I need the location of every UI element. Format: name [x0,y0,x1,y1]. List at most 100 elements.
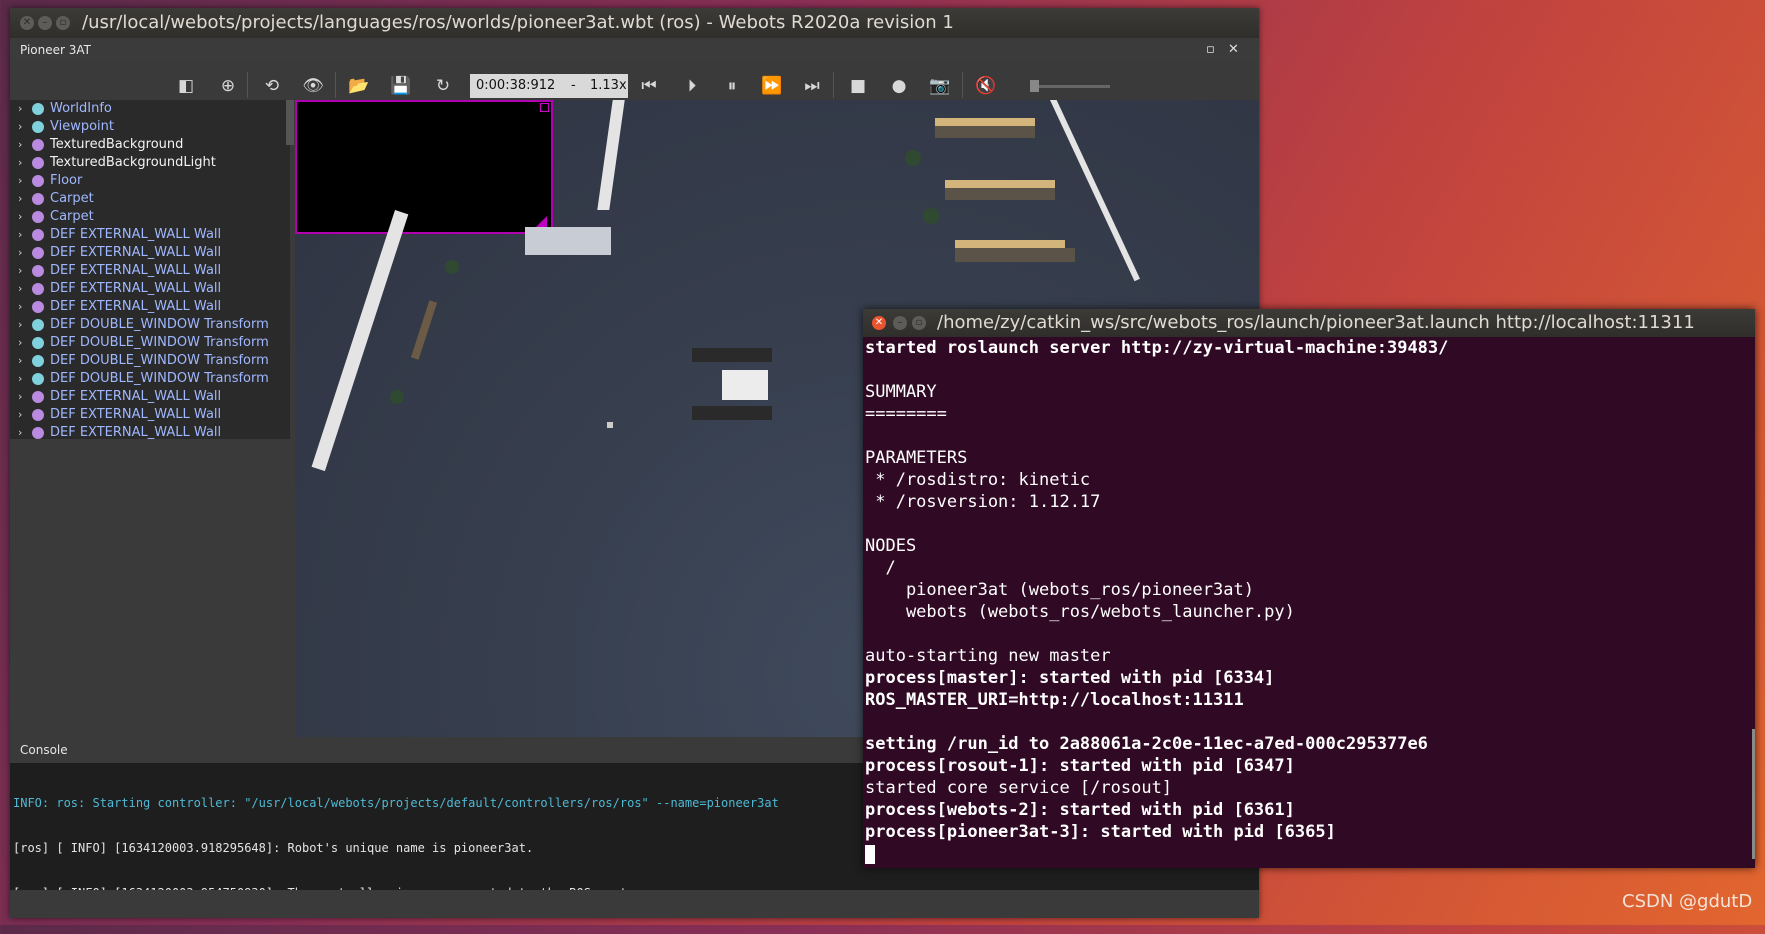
scene-tree-node[interactable]: › DEF EXTERNAL_WALL Wall [10,388,290,406]
scene-tree-node[interactable]: › DEF EXTERNAL_WALL Wall [10,244,290,262]
scene-tree-node-label: DEF EXTERNAL_WALL Wall [50,407,222,422]
expand-arrow-icon[interactable]: › [18,280,22,298]
mute-speaker-icon[interactable]: 🔇 [974,74,998,98]
scene-tree-node[interactable]: › DEF DOUBLE_WINDOW Transform [10,370,290,388]
terminal-line: * /rosdistro: kinetic [865,470,1091,490]
scene-tree-node[interactable]: › DEF EXTERNAL_WALL Wall [10,226,290,244]
step-icon[interactable]: ⏵ [680,74,704,98]
scene-tree-node-label: WorldInfo [50,101,112,116]
scene-tree-node[interactable]: › DEF EXTERNAL_WALL Wall [10,280,290,298]
terminal-prompt-line[interactable] [865,843,1755,865]
scene-tree-node[interactable]: › DEF DOUBLE_WINDOW Transform [10,334,290,352]
expand-arrow-icon[interactable]: › [18,136,22,154]
toolbar-divider [962,72,963,98]
stop-recording-icon[interactable]: ■ [846,74,870,98]
record-icon[interactable]: ● [887,74,911,98]
expand-arrow-icon[interactable]: › [18,208,22,226]
scene-desks [935,118,1035,126]
terminal-line: ROS_MASTER_URI=http://localhost:11311 [865,690,1244,710]
expand-arrow-icon[interactable]: › [18,118,22,136]
add-node-icon[interactable]: ⊕ [216,74,240,98]
run-real-time-icon[interactable]: ⏩ [760,74,784,98]
expand-arrow-icon[interactable]: › [18,370,22,388]
expand-arrow-icon[interactable]: › [18,334,22,352]
scene-tree-node-label: Floor [50,173,83,188]
scene-tree-node-label: DEF DOUBLE_WINDOW Transform [50,353,269,368]
scene-tree-node[interactable]: › Floor [10,172,290,190]
scene-tree-node[interactable]: › WorldInfo [10,100,290,118]
expand-arrow-icon[interactable]: › [18,316,22,334]
open-world-icon[interactable]: 📂 [347,74,371,98]
expand-arrow-icon[interactable]: › [18,154,22,172]
node-type-icon [32,139,44,151]
scene-tree-node-label: Carpet [50,191,94,206]
close-window-icon[interactable]: ✕ [20,16,34,30]
scene-tree-node[interactable]: › DEF EXTERNAL_WALL Wall [10,262,290,280]
pause-icon[interactable]: ⏸ [720,74,744,98]
scene-desks [955,240,1065,248]
node-type-icon [32,337,44,349]
scene-tree-node[interactable]: › Carpet [10,208,290,226]
terminal-minimize-icon[interactable]: – [893,316,907,330]
undock-icon[interactable]: ▫ [1206,38,1215,62]
terminal-maximize-icon[interactable]: ▫ [912,316,926,330]
node-type-icon [32,229,44,241]
node-type-icon [32,265,44,277]
expand-arrow-icon[interactable]: › [18,244,22,262]
toggle-scene-tree-icon[interactable]: ◧ [174,74,198,98]
close-panel-icon[interactable]: ✕ [1228,38,1239,62]
scene-tree-node[interactable]: › Carpet [10,190,290,208]
reload-world-icon[interactable]: ↻ [431,74,455,98]
scene-chairs [955,248,1075,262]
expand-arrow-icon[interactable]: › [18,100,22,118]
expand-arrow-icon[interactable]: › [18,388,22,406]
toolbar-divider [247,72,248,98]
node-type-icon [32,301,44,313]
toolbar-divider [833,72,834,98]
expand-arrow-icon[interactable]: › [18,406,22,424]
expand-arrow-icon[interactable]: › [18,172,22,190]
scene-tree-node[interactable]: › DEF DOUBLE_WINDOW Transform [10,352,290,370]
terminal-close-icon[interactable]: ✕ [872,316,886,330]
camera-overlay[interactable] [295,100,553,234]
view-eye-icon[interactable]: 👁 [301,74,325,98]
terminal-output[interactable]: started roslaunch server http://zy-virtu… [865,337,1755,868]
minimize-window-icon[interactable]: – [38,16,52,30]
expand-arrow-icon[interactable]: › [18,298,22,316]
follow-object-icon[interactable]: ⟲ [260,74,284,98]
terminal-scrollbar[interactable] [1752,729,1755,859]
scene-tree-node[interactable]: › DEF EXTERNAL_WALL Wall [10,298,290,316]
expand-arrow-icon[interactable]: › [18,262,22,280]
toolbar-divider [335,72,336,98]
scene-tree-node-label: DEF DOUBLE_WINDOW Transform [50,335,269,350]
screenshot-camera-icon[interactable]: 📷 [928,74,952,98]
scene-tree-node-label: DEF DOUBLE_WINDOW Transform [50,317,269,332]
node-type-icon [32,355,44,367]
fast-forward-icon[interactable]: ⏭ [800,74,824,98]
scene-tree-node[interactable]: › TexturedBackgroundLight [10,154,290,172]
scene-tree-node[interactable]: › DEF DOUBLE_WINDOW Transform [10,316,290,334]
expand-arrow-icon[interactable]: › [18,226,22,244]
maximize-window-icon[interactable]: ▫ [56,16,70,30]
node-type-icon [32,211,44,223]
robot-window-name: Pioneer 3AT [20,43,92,57]
reset-simulation-icon[interactable]: ⏮ [637,74,661,98]
simulation-time-display: 0:00:38:912 - 1.13x [470,74,628,98]
terminal-title: /home/zy/catkin_ws/src/webots_ros/launch… [937,312,1695,333]
volume-slider-knob[interactable] [1030,80,1039,92]
terminal-line: SUMMARY [865,382,937,402]
terminal-cursor [865,844,875,864]
save-world-icon[interactable]: 💾 [389,74,413,98]
expand-arrow-icon[interactable]: › [18,352,22,370]
expand-arrow-icon[interactable]: › [18,190,22,208]
pioneer3at-robot [607,422,613,428]
scene-tree-node-label: TexturedBackground [50,137,184,152]
scene-tree-node[interactable]: › DEF EXTERNAL_WALL Wall [10,406,290,424]
volume-slider[interactable] [1030,80,1110,92]
scene-tree-node[interactable]: › Viewpoint [10,118,290,136]
terminal-line: setting /run_id to 2a88061a-2c0e-11ec-a7… [865,734,1428,754]
terminal-titlebar: ✕ – ▫ /home/zy/catkin_ws/src/webots_ros/… [863,309,1755,337]
overlay-close-icon[interactable] [540,103,549,112]
scene-tree-node[interactable]: › TexturedBackground [10,136,290,154]
